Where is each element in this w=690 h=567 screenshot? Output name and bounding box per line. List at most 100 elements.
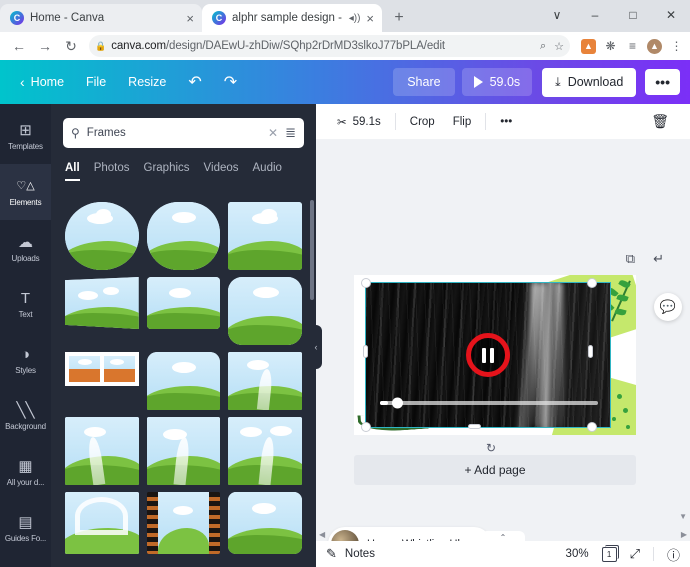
frame-thumbnail[interactable] [146,277,221,329]
cat-profile-icon[interactable]: ▲ [647,38,662,54]
design-page[interactable] [354,275,636,435]
play-preview-button[interactable]: 59.0s [461,68,533,96]
forward-icon[interactable]: → [32,33,58,59]
frame-thumbnail[interactable] [65,492,139,554]
frame-thumbnail[interactable] [146,352,221,410]
new-tab-button[interactable]: + [386,5,412,31]
frame-thumbnail[interactable] [65,277,139,329]
tab-graphics[interactable]: Graphics [144,162,190,181]
resize-handle-right[interactable] [588,345,593,358]
home-button[interactable]: ‹ Home [10,68,74,96]
filter-icon[interactable]: ≣ [285,125,296,141]
back-icon[interactable]: ← [6,33,32,59]
share-button[interactable]: Share [393,68,455,96]
tab-all[interactable]: All [65,162,80,181]
add-page-icon[interactable]: ↵ [653,251,664,267]
divider [394,113,396,130]
maximize-icon[interactable]: □ [614,0,652,30]
search-input[interactable]: ⚲ Frames ✕ ≣ [63,118,304,148]
progress-knob[interactable] [392,397,403,409]
frame-thumbnail[interactable] [146,202,221,270]
search-in-page-icon[interactable]: ⌕ [540,40,546,53]
scroll-left-icon[interactable]: ◀ [319,530,325,539]
expand-timeline-button[interactable]: ⌃ [481,531,525,543]
flip-button[interactable]: Flip [444,111,481,133]
video-progress-bar[interactable] [380,397,598,409]
minimize-icon[interactable]: – [576,0,614,30]
frame-thumbnail[interactable] [228,352,302,410]
tab-videos[interactable]: Videos [204,162,239,181]
close-icon[interactable]: × [366,12,374,25]
tab-audio[interactable]: Audio [253,162,282,181]
crop-button[interactable]: Crop [401,111,444,133]
frame-thumbnail[interactable] [228,417,302,485]
top-more-options-button[interactable]: ••• [645,69,680,95]
clear-search-icon[interactable]: ✕ [268,126,278,140]
resize-handle-bottom-left[interactable] [361,422,371,432]
duplicate-page-icon[interactable]: ⧉ [626,251,635,267]
zoom-level[interactable]: 30% [566,548,589,560]
object-more-options-button[interactable]: ••• [491,111,521,133]
sidebar-item-templates[interactable]: ⊞ Templates [0,108,51,164]
frame-thumbnail[interactable] [228,202,302,270]
frame-thumbnail[interactable] [146,417,221,485]
undo-icon[interactable]: ↶ [178,66,211,98]
tab-audio-icon[interactable]: ◂)) [349,13,361,24]
scroll-right-icon[interactable]: ▶ [681,530,687,539]
resize-handle-left[interactable] [363,345,368,358]
rotate-icon[interactable]: ↻ [486,441,496,455]
resize-button[interactable]: Resize [118,69,176,95]
sidebar-item-uploads[interactable]: ☁ Uploads [0,220,51,276]
frame-thumbnail[interactable] [65,202,139,270]
sidebar-item-styles[interactable]: ◑ Styles [0,332,51,388]
frame-thumbnail[interactable] [146,492,221,554]
resize-handle-bottom[interactable] [468,424,481,429]
minimize-to-tray-icon[interactable]: ∨ [538,0,576,30]
download-button[interactable]: ⤓ Download [542,67,637,97]
browser-menu-icon[interactable]: ⋮ [669,39,684,54]
browser-tab-alphr-sample-design[interactable]: C alphr sample design - YouTu ◂)) × [202,4,382,32]
delete-icon[interactable]: 🗑 [642,108,678,135]
address-bar[interactable]: 🔒 canva.com/design/DAEwU-zhDiw/SQhp2rDrM… [89,35,570,57]
trim-button[interactable]: ✂ 59.1s [328,110,390,134]
sidebar-item-text[interactable]: T Text [0,276,51,332]
fox-extension-icon[interactable]: ▲ [581,38,596,54]
sidebar-item-guides-folder[interactable]: ▤ Guides Fo... [0,500,51,556]
add-page-button[interactable]: + Add page [354,455,636,485]
tab-photos[interactable]: Photos [94,162,130,181]
sidebar-item-label: Styles [15,365,36,375]
frame-thumbnail[interactable] [65,352,139,386]
browser-tab-home-canva[interactable]: C Home - Canva × [0,4,202,32]
forest-light [554,283,564,427]
collapse-panel-button[interactable]: ‹ [310,325,322,369]
sidebar-item-logos[interactable]: ⬡ Logos [0,556,51,567]
sidebar-item-background[interactable]: ╲╲ Background [0,388,51,444]
canvas-area[interactable]: ⧉ ↵ 💬 ↻ + Add page ▼ ◀ ▶ ⌃ [316,139,690,567]
sidebar-item-all-your-designs[interactable]: ▦ All your d... [0,444,51,500]
resize-handle-top-left[interactable] [361,278,371,288]
pause-button[interactable] [466,333,510,377]
playlist-extension-icon[interactable]: ≡ [625,39,640,54]
notes-icon: ✎ [326,546,337,561]
fullscreen-icon[interactable]: ⤢ [630,546,640,562]
scroll-down-icon[interactable]: ▼ [679,512,687,521]
file-menu-button[interactable]: File [76,69,116,95]
reload-icon[interactable]: ↻ [58,33,84,59]
puzzle-extension-icon[interactable]: ❋ [603,39,618,54]
video-element[interactable] [365,282,611,428]
redo-icon[interactable]: ↷ [214,66,247,98]
resize-handle-top-right[interactable] [587,278,597,288]
panel-scrollbar[interactable] [310,200,314,300]
frame-thumbnail[interactable] [228,492,302,554]
help-icon[interactable]: ⓘ [667,545,680,564]
sidebar-item-elements[interactable]: ♡△ Elements [0,164,51,220]
page-count-button[interactable]: 1 [601,544,619,562]
frame-thumbnail[interactable] [65,417,139,485]
add-comment-button[interactable]: 💬 [654,293,682,321]
resize-handle-bottom-right[interactable] [587,422,597,432]
close-icon[interactable]: × [186,12,194,25]
close-window-icon[interactable]: ✕ [652,0,690,30]
notes-button[interactable]: Notes [345,548,375,560]
bookmark-star-icon[interactable]: ☆ [554,40,564,53]
frame-thumbnail[interactable] [228,277,302,345]
